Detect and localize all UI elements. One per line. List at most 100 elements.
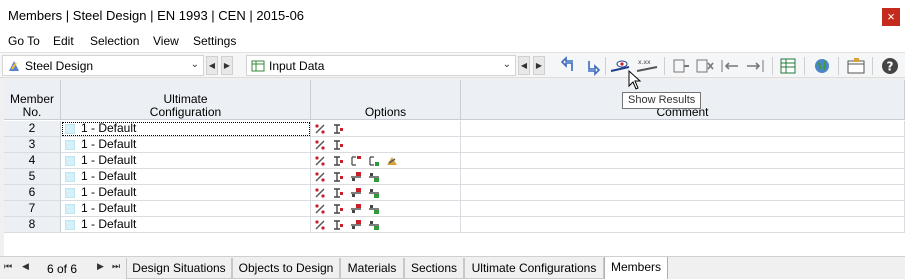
member-icon[interactable] [314, 171, 326, 183]
table-row[interactable]: 3 1 - Default [4, 137, 905, 153]
table-row[interactable]: 5 1 - Default [4, 169, 905, 185]
member-icon[interactable] [314, 139, 326, 151]
lateral-green-icon[interactable] [368, 219, 380, 231]
delete-row-icon[interactable] [695, 56, 715, 76]
menu-go-to[interactable]: Go To [8, 34, 40, 48]
lateral-green-icon[interactable] [368, 203, 380, 215]
options-icon-group [314, 219, 380, 231]
last-tab-icon[interactable]: ⏭ [112, 261, 120, 272]
column-header-member-line2: No. [22, 105, 42, 119]
undo-icon[interactable] [559, 56, 579, 76]
torsion-icon[interactable] [386, 155, 398, 167]
configuration-cell[interactable]: 1 - Default [61, 217, 311, 233]
excel-export-icon[interactable] [778, 56, 798, 76]
column-header-ultimate-configuration[interactable]: Ultimate Configuration [61, 80, 311, 120]
comment-cell[interactable] [461, 185, 905, 201]
lateral-green-icon[interactable] [368, 171, 380, 183]
toolbar-separator [772, 57, 773, 75]
configuration-label: 1 - Default [81, 169, 137, 183]
table-combo[interactable]: Input Data ⌄ [246, 55, 516, 76]
configuration-cell[interactable]: 1 - Default [61, 121, 311, 137]
section-icon[interactable] [332, 187, 344, 199]
menu-view[interactable]: View [153, 34, 179, 48]
menu-settings[interactable]: Settings [193, 34, 236, 48]
menu-selection[interactable]: Selection [90, 34, 139, 48]
column-header-member[interactable]: Member No. [4, 80, 61, 120]
configuration-cell[interactable]: 1 - Default [61, 137, 311, 153]
hinge-icon[interactable] [368, 155, 380, 167]
comment-cell[interactable] [461, 217, 905, 233]
section-icon[interactable] [332, 155, 344, 167]
next-tab-icon[interactable]: ▶ [97, 261, 104, 272]
tab-ultimate-configurations[interactable]: Ultimate Configurations [464, 258, 604, 279]
toolbar-separator [838, 57, 839, 75]
tab-materials[interactable]: Materials [340, 258, 404, 279]
lateral-red-icon[interactable] [350, 219, 362, 231]
member-icon[interactable] [314, 219, 326, 231]
show-results-icon[interactable] [610, 56, 630, 76]
help-icon[interactable]: ? [880, 56, 900, 76]
configuration-cell[interactable]: 1 - Default [61, 201, 311, 217]
tab-members[interactable]: Members [604, 257, 668, 279]
comment-cell[interactable] [461, 121, 905, 137]
configuration-cell[interactable]: 1 - Default [61, 169, 311, 185]
configuration-cell[interactable]: 1 - Default [61, 153, 311, 169]
module-combo[interactable]: Steel Design ⌄ [2, 55, 204, 76]
table-row[interactable]: 4 1 - Default [4, 153, 905, 169]
configuration-cell[interactable]: 1 - Default [61, 185, 311, 201]
globe-icon[interactable] [812, 56, 832, 76]
lateral-green-icon[interactable] [368, 187, 380, 199]
tab-design-situations[interactable]: Design Situations [126, 258, 232, 279]
table-prev-button[interactable]: ◀ [518, 56, 530, 75]
member-icon[interactable] [314, 123, 326, 135]
menu-edit[interactable]: Edit [53, 34, 74, 48]
comment-cell[interactable] [461, 201, 905, 217]
section-icon[interactable] [332, 203, 344, 215]
tab-objects-to-design[interactable]: Objects to Design [232, 258, 340, 279]
lateral-red-icon[interactable] [350, 171, 362, 183]
table-row[interactable]: 8 1 - Default [4, 217, 905, 233]
comment-cell[interactable] [461, 153, 905, 169]
import-icon[interactable] [720, 56, 740, 76]
section-icon[interactable] [332, 123, 344, 135]
configuration-swatch-icon [65, 204, 75, 214]
options-cell[interactable] [311, 201, 461, 217]
lateral-red-icon[interactable] [350, 187, 362, 199]
column-header-options[interactable]: Options [311, 80, 461, 120]
prev-tab-icon[interactable]: ◀ [22, 261, 29, 272]
options-cell[interactable] [311, 153, 461, 169]
member-number-cell: 4 [4, 153, 61, 169]
first-tab-icon[interactable]: ⏮ [4, 261, 12, 272]
comment-cell[interactable] [461, 137, 905, 153]
member-icon[interactable] [314, 203, 326, 215]
comment-cell[interactable] [461, 169, 905, 185]
options-cell[interactable] [311, 121, 461, 137]
options-cell[interactable] [311, 169, 461, 185]
member-icon[interactable] [314, 187, 326, 199]
insert-row-icon[interactable] [670, 56, 690, 76]
section-icon[interactable] [332, 171, 344, 183]
table-row[interactable]: 6 1 - Default [4, 185, 905, 201]
table-row[interactable]: 2 1 - Default [4, 121, 905, 137]
options-icon-group [314, 187, 380, 199]
options-icon-group [314, 139, 344, 151]
tab-sections[interactable]: Sections [404, 258, 464, 279]
section-icon[interactable] [332, 139, 344, 151]
options-cell[interactable] [311, 185, 461, 201]
table-next-button[interactable]: ▶ [533, 56, 545, 75]
close-button[interactable]: × [882, 8, 900, 26]
module-next-button[interactable]: ▶ [221, 56, 233, 75]
options-cell[interactable] [311, 217, 461, 233]
configuration-label: 1 - Default [81, 153, 137, 167]
redo-icon[interactable] [582, 56, 602, 76]
support-icon[interactable] [350, 155, 362, 167]
members-table: Member No. Ultimate Configuration Option… [4, 80, 905, 256]
lateral-red-icon[interactable] [350, 203, 362, 215]
settings-dialog-icon[interactable] [846, 56, 866, 76]
section-icon[interactable] [332, 219, 344, 231]
table-row[interactable]: 7 1 - Default [4, 201, 905, 217]
export-icon[interactable] [745, 56, 765, 76]
member-icon[interactable] [314, 155, 326, 167]
options-cell[interactable] [311, 137, 461, 153]
module-prev-button[interactable]: ◀ [206, 56, 218, 75]
